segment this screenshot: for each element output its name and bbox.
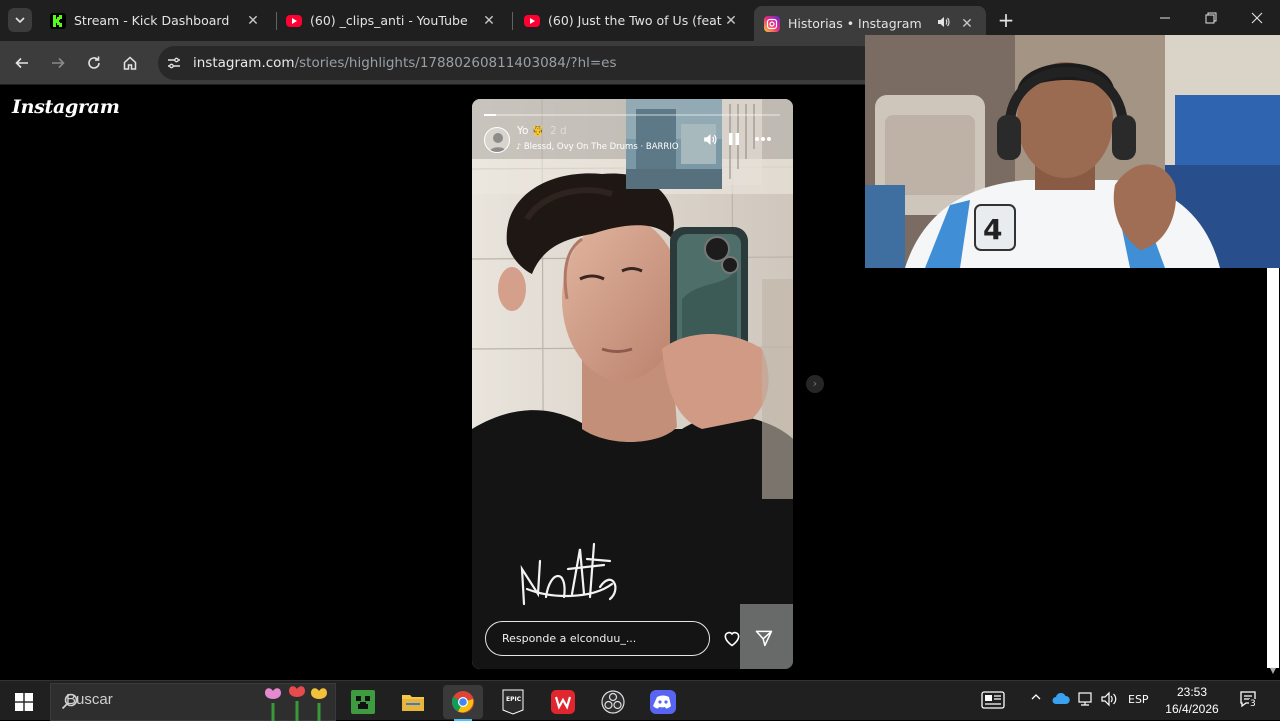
tulips-icon <box>265 686 327 721</box>
tab-title: (60) Just the Two of Us (feat. Bill <box>548 13 722 28</box>
more-icon <box>755 137 771 141</box>
youtube-icon <box>524 14 540 27</box>
pause-icon <box>729 133 739 145</box>
restore-icon <box>1205 12 1217 24</box>
clock-time: 23:53 <box>1176 685 1208 699</box>
back-button[interactable] <box>10 51 34 75</box>
scroll-down-arrow-icon[interactable]: ▼ <box>1266 666 1280 678</box>
chevron-right-icon: › <box>812 377 818 390</box>
restore-button[interactable] <box>1199 8 1223 32</box>
music-icon: ♪ <box>516 142 522 151</box>
wps-icon[interactable] <box>543 685 583 719</box>
story-music-label[interactable]: ♪ Blessd, Ovy On The Drums · BARRIO <box>516 142 692 152</box>
site-settings-icon[interactable] <box>166 55 182 71</box>
reload-button[interactable] <box>82 51 106 75</box>
start-button[interactable] <box>4 685 44 719</box>
close-icon[interactable]: ✕ <box>244 13 262 29</box>
speaker-icon[interactable] <box>936 15 950 32</box>
file-explorer-icon[interactable] <box>393 685 433 719</box>
share-button[interactable] <box>754 628 776 650</box>
close-icon[interactable]: ✕ <box>722 13 740 29</box>
onedrive-icon[interactable] <box>1052 691 1070 708</box>
close-icon <box>1251 12 1263 24</box>
story-progress-fill <box>484 114 496 116</box>
home-icon <box>123 56 137 70</box>
pause-button[interactable] <box>725 130 743 148</box>
next-story-button[interactable]: › <box>806 375 824 393</box>
tab-divider <box>512 12 513 30</box>
epic-games-icon[interactable]: EPIC <box>493 685 533 719</box>
network-icon[interactable] <box>1077 691 1093 710</box>
story-reply-input[interactable] <box>485 621 710 656</box>
notification-center-button[interactable]: 3 <box>1238 689 1258 712</box>
speaker-icon <box>703 133 717 145</box>
address-bar[interactable]: instagram.com/stories/highlights/1788026… <box>158 46 878 80</box>
tab-youtube-clips[interactable]: (60) _clips_anti - YouTube ✕ <box>276 6 508 35</box>
home-button[interactable] <box>118 51 142 75</box>
forward-button[interactable] <box>46 51 70 75</box>
story-username-text: Yo <box>517 125 529 137</box>
arrow-right-icon <box>52 57 65 69</box>
news-widget-icon[interactable] <box>981 690 1005 713</box>
minimize-button[interactable] <box>1153 8 1177 32</box>
window-close-button[interactable] <box>1245 8 1269 32</box>
story-progress-bar <box>484 114 780 116</box>
volume-icon[interactable] <box>1100 691 1118 710</box>
kick-icon <box>50 12 66 29</box>
new-tab-button[interactable]: + <box>996 10 1016 30</box>
instagram-icon <box>764 15 780 32</box>
youtube-icon <box>286 14 302 27</box>
mute-button[interactable] <box>700 130 718 148</box>
more-options-button[interactable] <box>754 130 772 148</box>
like-button[interactable] <box>722 628 744 650</box>
url-path: /stories/highlights/17880260811403084/?h… <box>294 55 617 71</box>
notification-count: 3 <box>1249 699 1257 709</box>
taskbar-clock[interactable]: 23:53 16/4/2026 <box>1160 684 1224 718</box>
arrow-left-icon <box>15 57 28 69</box>
emoji-icon: 🤴 <box>531 126 545 137</box>
instagram-logo[interactable]: Instagram <box>12 96 120 118</box>
taskbar-search-placeholder: Buscar <box>66 691 113 708</box>
send-icon <box>755 630 773 647</box>
tab-title: Stream - Kick Dashboard <box>74 13 230 28</box>
svg-text:EPIC: EPIC <box>506 696 522 703</box>
story-music-text: Blessd, Ovy On The Drums · BARRIO <box>523 142 679 152</box>
story-username[interactable]: Yo 🤴 <box>517 125 544 137</box>
obs-icon[interactable] <box>593 685 633 719</box>
avatar[interactable] <box>484 127 510 153</box>
heart-icon <box>724 631 740 647</box>
windows-taskbar: Buscar EPIC ESP 23:53 16/4/2026 3 <box>0 680 1280 721</box>
language-indicator[interactable]: ESP <box>1128 693 1149 706</box>
svg-text:4: 4 <box>983 213 1002 246</box>
minimize-icon <box>1160 17 1170 19</box>
story-viewer[interactable]: Yo 🤴 2 d ♪ Blessd, Ovy On The Drums · BA… <box>472 99 793 669</box>
tab-title: (60) _clips_anti - YouTube <box>310 13 468 28</box>
close-icon[interactable]: ✕ <box>480 13 498 29</box>
chrome-icon[interactable] <box>443 685 483 719</box>
chevron-down-icon <box>15 17 25 24</box>
windows-icon <box>15 693 33 711</box>
clock-date: 16/4/2026 <box>1165 702 1219 716</box>
tab-search-button[interactable] <box>8 8 32 32</box>
story-time: 2 d <box>550 125 567 137</box>
tab-kick-dashboard[interactable]: Stream - Kick Dashboard ✕ <box>40 6 272 35</box>
chevron-up-icon[interactable] <box>1030 691 1042 706</box>
discord-icon[interactable] <box>643 685 683 719</box>
scrollbar-thumb[interactable] <box>1267 268 1279 668</box>
tab-youtube-song[interactable]: (60) Just the Two of Us (feat. Bill ✕ <box>514 6 750 35</box>
minecraft-icon[interactable] <box>343 685 383 719</box>
url-text: instagram.com/stories/highlights/1788026… <box>193 55 617 71</box>
webcam-overlay: 4 <box>865 35 1280 268</box>
url-host: instagram.com <box>193 55 295 71</box>
close-icon[interactable]: ✕ <box>958 16 976 32</box>
tab-title: Historias • Instagram <box>788 16 922 31</box>
reload-icon <box>88 56 100 69</box>
